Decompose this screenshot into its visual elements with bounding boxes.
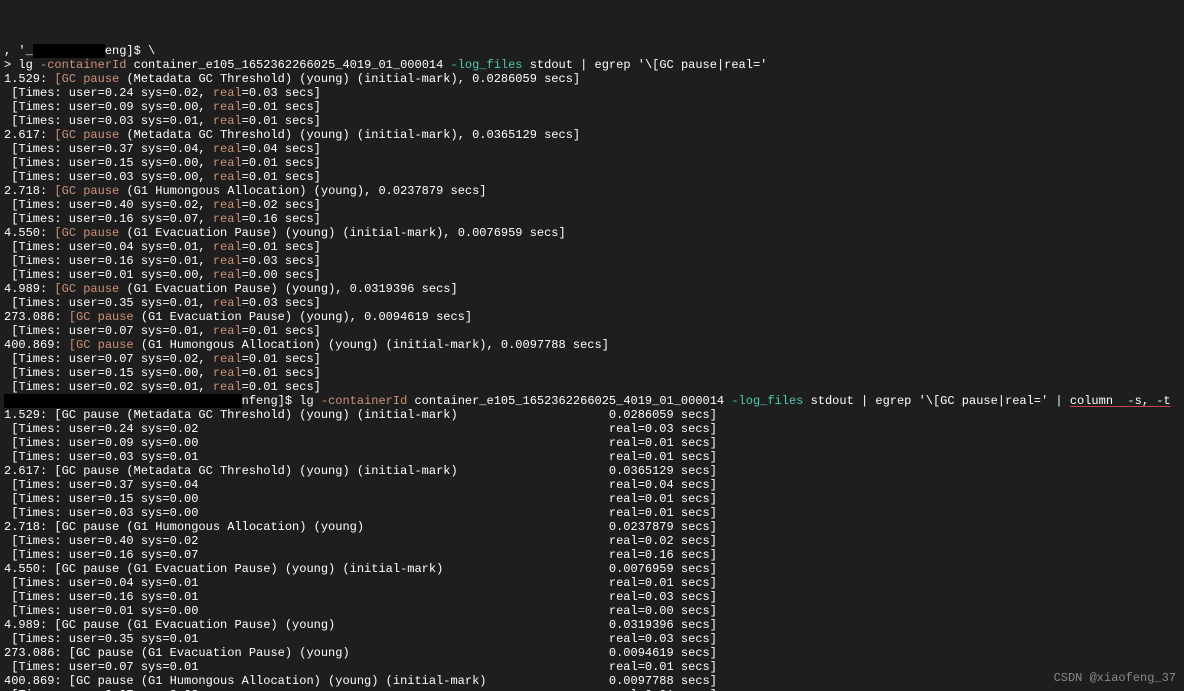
gc-times-line: [Times: user=0.03 sys=0.00 real=0.01 sec… (4, 506, 1180, 520)
gc-times-line: [Times: user=0.16 sys=0.07 real=0.16 sec… (4, 548, 1180, 562)
gc-times-line: [Times: user=0.16 sys=0.07, real=0.16 se… (4, 212, 1180, 226)
gc-pause-line: 4.550: [GC pause (G1 Evacuation Pause) (… (4, 562, 1180, 576)
gc-times-line: [Times: user=0.03 sys=0.01, real=0.01 se… (4, 114, 1180, 128)
gc-pause-line: 2.617: [GC pause (Metadata GC Threshold)… (4, 464, 1180, 478)
terminal-output[interactable]: , '_ eng]$ \> lg -containerId container_… (0, 42, 1184, 691)
gc-pause-line: 4.550: [GC pause (G1 Evacuation Pause) (… (4, 226, 1180, 240)
gc-times-line: [Times: user=0.01 sys=0.00, real=0.00 se… (4, 268, 1180, 282)
gc-times-line: [Times: user=0.16 sys=0.01, real=0.03 se… (4, 254, 1180, 268)
command-line[interactable]: > lg -containerId container_e105_1652362… (4, 58, 1180, 72)
gc-pause-line: 2.718: [GC pause (G1 Humongous Allocatio… (4, 184, 1180, 198)
redacted-host (4, 394, 242, 408)
gc-pause-line: 4.989: [GC pause (G1 Evacuation Pause) (… (4, 618, 1180, 632)
gc-times-line: [Times: user=0.40 sys=0.02, real=0.02 se… (4, 198, 1180, 212)
gc-times-line: [Times: user=0.24 sys=0.02, real=0.03 se… (4, 86, 1180, 100)
gc-times-line: [Times: user=0.37 sys=0.04 real=0.04 sec… (4, 478, 1180, 492)
gc-times-line: [Times: user=0.07 sys=0.01 real=0.01 sec… (4, 660, 1180, 674)
gc-pause-line: 400.869: [GC pause (G1 Humongous Allocat… (4, 674, 1180, 688)
gc-times-line: [Times: user=0.35 sys=0.01 real=0.03 sec… (4, 632, 1180, 646)
gc-times-line: [Times: user=0.15 sys=0.00 real=0.01 sec… (4, 492, 1180, 506)
gc-pause-line: 400.869: [GC pause (G1 Humongous Allocat… (4, 338, 1180, 352)
gc-pause-line: 2.617: [GC pause (Metadata GC Threshold)… (4, 128, 1180, 142)
gc-times-line: [Times: user=0.03 sys=0.00, real=0.01 se… (4, 170, 1180, 184)
gc-times-line: [Times: user=0.35 sys=0.01, real=0.03 se… (4, 296, 1180, 310)
prompt-line[interactable]: , '_ eng]$ \ (4, 44, 1180, 58)
gc-times-line: [Times: user=0.07 sys=0.01, real=0.01 se… (4, 324, 1180, 338)
gc-times-line: [Times: user=0.40 sys=0.02 real=0.02 sec… (4, 534, 1180, 548)
gc-times-line: [Times: user=0.16 sys=0.01 real=0.03 sec… (4, 590, 1180, 604)
gc-times-line: [Times: user=0.03 sys=0.01 real=0.01 sec… (4, 450, 1180, 464)
watermark: CSDN @xiaofeng_37 (1054, 671, 1176, 685)
gc-times-line: [Times: user=0.37 sys=0.04, real=0.04 se… (4, 142, 1180, 156)
gc-times-line: [Times: user=0.15 sys=0.00, real=0.01 se… (4, 156, 1180, 170)
gc-times-line: [Times: user=0.24 sys=0.02 real=0.03 sec… (4, 422, 1180, 436)
gc-times-line: [Times: user=0.09 sys=0.00, real=0.01 se… (4, 100, 1180, 114)
redacted-host (33, 44, 105, 58)
gc-times-line: [Times: user=0.07 sys=0.02, real=0.01 se… (4, 352, 1180, 366)
gc-pause-line: 1.529: [GC pause (Metadata GC Threshold)… (4, 408, 1180, 422)
gc-times-line: [Times: user=0.09 sys=0.00 real=0.01 sec… (4, 436, 1180, 450)
gc-pause-line: 1.529: [GC pause (Metadata GC Threshold)… (4, 72, 1180, 86)
gc-pause-line: 2.718: [GC pause (G1 Humongous Allocatio… (4, 520, 1180, 534)
gc-pause-line: 273.086: [GC pause (G1 Evacuation Pause)… (4, 310, 1180, 324)
gc-times-line: [Times: user=0.15 sys=0.00, real=0.01 se… (4, 366, 1180, 380)
gc-times-line: [Times: user=0.04 sys=0.01, real=0.01 se… (4, 240, 1180, 254)
gc-times-line: [Times: user=0.02 sys=0.01, real=0.01 se… (4, 380, 1180, 394)
gc-pause-line: 273.086: [GC pause (G1 Evacuation Pause)… (4, 646, 1180, 660)
gc-times-line: [Times: user=0.04 sys=0.01 real=0.01 sec… (4, 576, 1180, 590)
command-line[interactable]: nfeng]$ lg -containerId container_e105_1… (4, 394, 1180, 408)
gc-pause-line: 4.989: [GC pause (G1 Evacuation Pause) (… (4, 282, 1180, 296)
gc-times-line: [Times: user=0.01 sys=0.00 real=0.00 sec… (4, 604, 1180, 618)
